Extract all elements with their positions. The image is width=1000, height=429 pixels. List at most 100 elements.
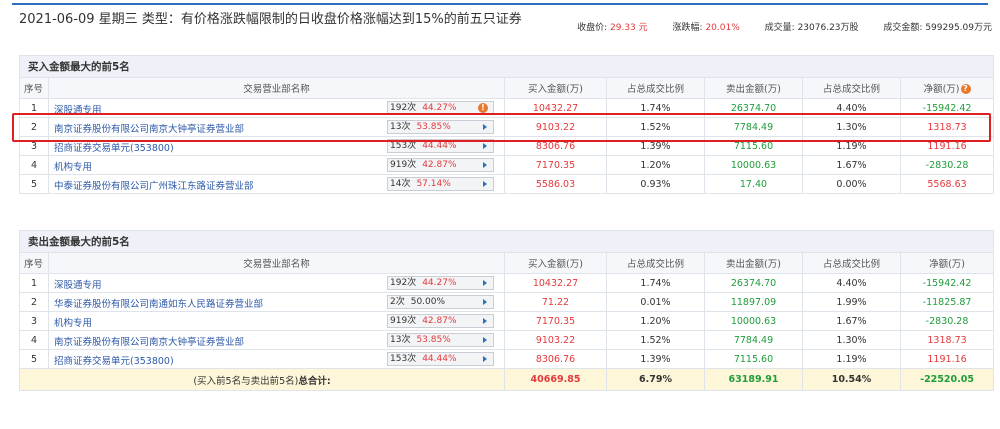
win-rate: 44.27%	[422, 103, 457, 113]
amount-value: 599295.09万元	[925, 23, 992, 33]
dept-cell: 深股通专用 192次 44.27%!	[48, 98, 505, 118]
expand-arrow-icon[interactable]	[483, 318, 487, 324]
net-amount: 5568.63	[899, 174, 995, 194]
expand-arrow-icon[interactable]	[483, 162, 487, 168]
buy-ratio: 1.20%	[606, 155, 705, 175]
dept-stats-dropdown[interactable]: 13次 53.85%	[387, 120, 494, 134]
help-icon[interactable]: ?	[960, 84, 971, 94]
buy-column-header-row: 序号 交易营业部名称 买入金额(万) 占总成交比例 卖出金额(万) 占总成交比例…	[19, 77, 995, 99]
col-sell[interactable]: 卖出金额(万)	[704, 77, 803, 99]
dept-name-link[interactable]: 深股通专用	[54, 102, 102, 116]
dept-name-link[interactable]: 南京证券股份有限公司南京大钟亭证券营业部	[54, 334, 244, 348]
trade-count: 2次	[390, 297, 405, 307]
win-rate: 50.00%	[410, 297, 446, 307]
col-dept: 交易营业部名称	[48, 252, 505, 274]
buy-amount: 8306.76	[504, 349, 607, 369]
dept-name-link[interactable]: 南京证券股份有限公司南京大钟亭证券营业部	[54, 121, 244, 135]
buy-ratio: 1.52%	[606, 117, 705, 137]
col-sell[interactable]: 卖出金额(万)	[704, 252, 803, 274]
volume-value: 23076.23万股	[797, 23, 859, 33]
net-amount: 1318.73	[899, 117, 995, 137]
table-row: 1 深股通专用 192次 44.27% 10432.27 1.74% 26374.70 4.4…	[19, 273, 995, 293]
sell-ratio: 1.30%	[802, 330, 901, 350]
col-buy-pct[interactable]: 占总成交比例	[606, 77, 705, 99]
net-amount: 1191.16	[899, 136, 995, 156]
sell-ratio: 4.40%	[802, 273, 901, 293]
trade-count: 192次	[390, 103, 417, 113]
buy-amount: 5586.03	[504, 174, 607, 194]
expand-arrow-icon[interactable]	[483, 356, 487, 362]
net-amount: -15942.42	[899, 98, 995, 118]
buy-ratio: 1.74%	[606, 273, 705, 293]
col-dept: 交易营业部名称	[48, 77, 505, 99]
trade-count: 153次	[390, 354, 417, 364]
sell-ratio: 0.00%	[802, 174, 901, 194]
col-sell-pct[interactable]: 占总成交比例	[802, 252, 901, 274]
net-amount: 1318.73	[899, 330, 995, 350]
dept-name-link[interactable]: 华泰证券股份有限公司南通如东人民路证券营业部	[54, 296, 263, 310]
sell-amount: 7115.60	[704, 136, 803, 156]
row-seq: 3	[19, 311, 49, 331]
dept-name-link[interactable]: 深股通专用	[54, 277, 102, 291]
dept-cell: 南京证券股份有限公司南京大钟亭证券营业部 13次 53.85%	[48, 330, 505, 350]
buy-top5-table: 买入金额最大的前5名 序号 交易营业部名称 买入金额(万) 占总成交比例 卖出金…	[18, 55, 995, 194]
dept-stats-dropdown[interactable]: 919次 42.87%	[387, 158, 494, 172]
net-amount: -11825.87	[899, 292, 995, 312]
row-seq: 4	[19, 330, 49, 350]
dept-name-link[interactable]: 机构专用	[54, 315, 92, 329]
buy-ratio: 1.39%	[606, 136, 705, 156]
buy-table-body: 1 深股通专用 192次 44.27%! 10432.27 1.74% 26374.70 4.…	[19, 98, 995, 194]
sell-section-title: 卖出金额最大的前5名	[18, 230, 995, 253]
row-seq: 5	[19, 174, 49, 194]
win-rate: 57.14%	[416, 179, 451, 189]
table-row: 2 华泰证券股份有限公司南通如东人民路证券营业部 2次 50.00% 71.22 0.01…	[19, 292, 995, 312]
row-seq: 2	[19, 117, 49, 137]
sell-amount: 26374.70	[704, 98, 803, 118]
close-label: 收盘价:	[577, 23, 608, 33]
dept-name-link[interactable]: 中泰证券股份有限公司广州珠江东路证券营业部	[54, 178, 254, 192]
buy-ratio: 1.74%	[606, 98, 705, 118]
row-seq: 1	[19, 273, 49, 293]
trade-count: 919次	[390, 316, 417, 326]
total-label-bold: 总合计:	[298, 375, 331, 387]
sell-ratio: 1.19%	[802, 136, 901, 156]
dept-stats-dropdown[interactable]: 14次 57.14%	[387, 177, 494, 191]
expand-arrow-icon[interactable]	[483, 337, 487, 343]
buy-ratio: 0.01%	[606, 292, 705, 312]
total-buy-pct: 6.79%	[606, 368, 705, 391]
dept-stats-dropdown[interactable]: 192次 44.27%!	[387, 101, 494, 115]
expand-arrow-icon[interactable]	[483, 280, 487, 286]
expand-arrow-icon[interactable]	[483, 124, 487, 130]
dept-stats-dropdown[interactable]: 153次 44.44%	[387, 352, 494, 366]
col-buy[interactable]: 买入金额(万)	[504, 77, 607, 99]
net-amount: 1191.16	[899, 349, 995, 369]
dept-cell: 机构专用 919次 42.87%	[48, 155, 505, 175]
col-net[interactable]: 净额(万)?	[899, 77, 995, 99]
close-value: 29.33 元	[610, 23, 648, 33]
sell-amount: 10000.63	[704, 155, 803, 175]
dept-name-link[interactable]: 招商证券交易单元(353800)	[54, 353, 174, 367]
dept-stats-dropdown[interactable]: 192次 44.27%	[387, 276, 494, 290]
col-net[interactable]: 净额(万)	[899, 252, 995, 274]
expand-arrow-icon[interactable]	[483, 299, 487, 305]
trade-count: 13次	[390, 122, 411, 132]
col-sell-pct[interactable]: 占总成交比例	[802, 77, 901, 99]
dept-stats-dropdown[interactable]: 153次 44.44%	[387, 139, 494, 153]
expand-arrow-icon[interactable]	[483, 143, 487, 149]
win-rate: 53.85%	[416, 122, 451, 132]
table-row: 4 机构专用 919次 42.87% 7170.35 1.20% 10000.63 1.67%…	[19, 155, 995, 175]
trade-count: 14次	[390, 179, 411, 189]
sell-amount: 10000.63	[704, 311, 803, 331]
col-buy-pct[interactable]: 占总成交比例	[606, 252, 705, 274]
warning-icon[interactable]: !	[478, 103, 488, 113]
expand-arrow-icon[interactable]	[483, 181, 487, 187]
dept-stats-dropdown[interactable]: 2次 50.00%	[387, 295, 494, 309]
dept-stats-dropdown[interactable]: 919次 42.87%	[387, 314, 494, 328]
dept-name-link[interactable]: 机构专用	[54, 159, 92, 173]
col-buy[interactable]: 买入金额(万)	[504, 252, 607, 274]
dept-stats-dropdown[interactable]: 13次 53.85%	[387, 333, 494, 347]
row-seq: 5	[19, 349, 49, 369]
dept-cell: 招商证券交易单元(353800) 153次 44.44%	[48, 136, 505, 156]
dept-name-link[interactable]: 招商证券交易单元(353800)	[54, 140, 174, 154]
trade-count: 13次	[390, 335, 411, 345]
